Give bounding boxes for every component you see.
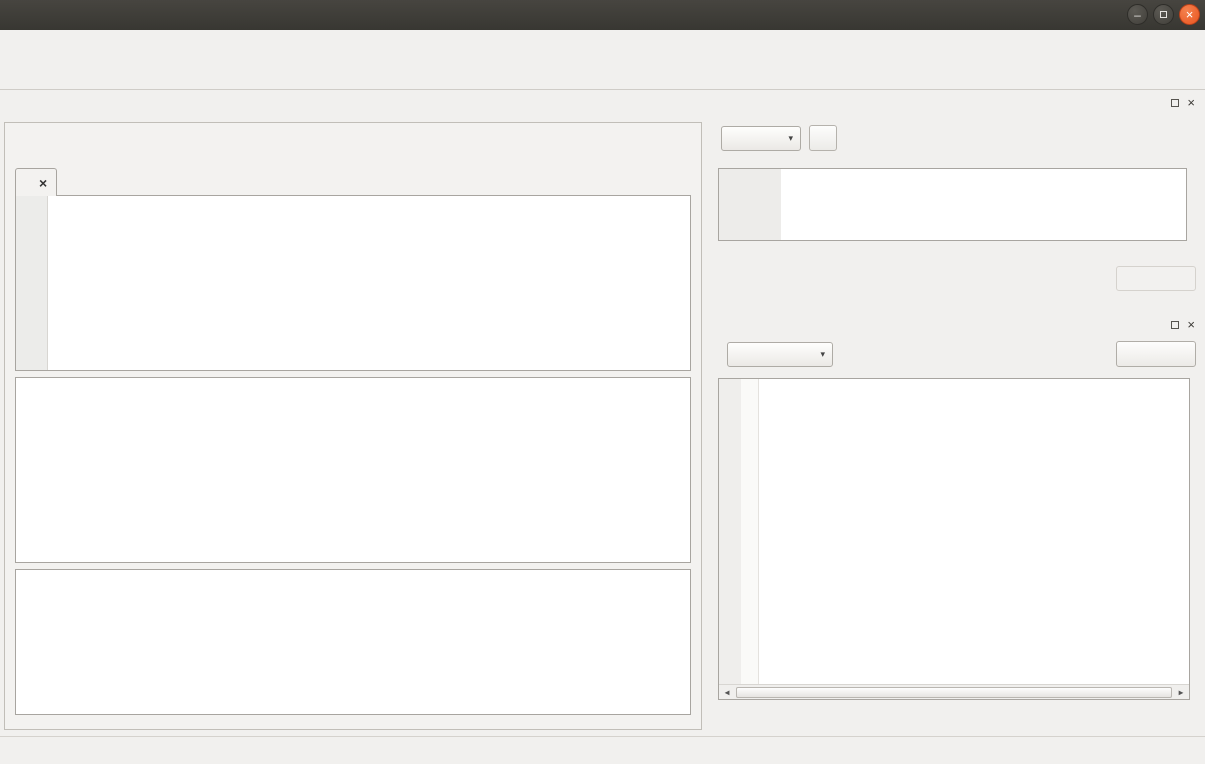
- scroll-right-icon[interactable]: ▶: [1173, 685, 1189, 699]
- edit-cell-header: ×: [705, 92, 1203, 114]
- main-tab-bar: [0, 90, 705, 122]
- cell-editor[interactable]: [718, 168, 1187, 241]
- scroll-left-icon[interactable]: ◀: [719, 685, 735, 699]
- window-controls: – ×: [1127, 4, 1200, 25]
- scrollbar-thumb[interactable]: [736, 687, 1172, 698]
- close-panel-icon[interactable]: ×: [1187, 321, 1195, 329]
- float-panel-icon[interactable]: [1171, 99, 1179, 107]
- app-window: – × × ×: [0, 0, 1205, 764]
- panel-header-controls: ×: [1171, 99, 1195, 107]
- sql-tab-bar: ×: [15, 167, 691, 196]
- chevron-down-icon: ▾: [820, 349, 825, 360]
- close-window-button[interactable]: ×: [1179, 4, 1200, 25]
- execute-sql-panel: ×: [4, 122, 702, 730]
- apply-button: [1116, 266, 1196, 291]
- close-tab-icon[interactable]: ×: [39, 175, 47, 191]
- sql-log-controls: ▾: [714, 340, 1196, 368]
- results-grid: [15, 377, 691, 563]
- panel-header-controls: ×: [1171, 321, 1195, 329]
- chevron-down-icon: ▾: [788, 133, 793, 144]
- minimize-button[interactable]: –: [1127, 4, 1148, 25]
- side-panels: × ▾ ×: [705, 90, 1205, 736]
- float-panel-icon[interactable]: [1171, 321, 1179, 329]
- dock-tab-bar: [708, 708, 1205, 736]
- sql-editor[interactable]: [15, 195, 691, 371]
- auto-format-button[interactable]: [809, 125, 837, 151]
- edit-cell-controls: ▾: [713, 124, 1195, 152]
- maximize-icon: [1160, 11, 1167, 18]
- menu-bar: [0, 30, 1205, 55]
- mode-select[interactable]: ▾: [721, 126, 801, 151]
- clear-button[interactable]: [1116, 341, 1196, 367]
- sql-log-header: ×: [705, 314, 1203, 336]
- horizontal-scrollbar[interactable]: ◀ ▶: [719, 684, 1189, 699]
- main-toolbar: [0, 55, 1205, 90]
- close-panel-icon[interactable]: ×: [1187, 99, 1195, 107]
- title-bar[interactable]: – ×: [0, 0, 1205, 30]
- submitter-select[interactable]: ▾: [727, 342, 833, 367]
- sql-toolbar: [13, 129, 693, 159]
- cell-editor-gutter: [719, 169, 781, 240]
- main-area: ×: [0, 90, 705, 736]
- execution-message-box[interactable]: [15, 569, 691, 715]
- maximize-button[interactable]: [1153, 4, 1174, 25]
- sql-log-view[interactable]: ◀ ▶: [718, 378, 1190, 700]
- status-bar: [0, 736, 1205, 764]
- sql-editor-tab[interactable]: ×: [15, 168, 57, 196]
